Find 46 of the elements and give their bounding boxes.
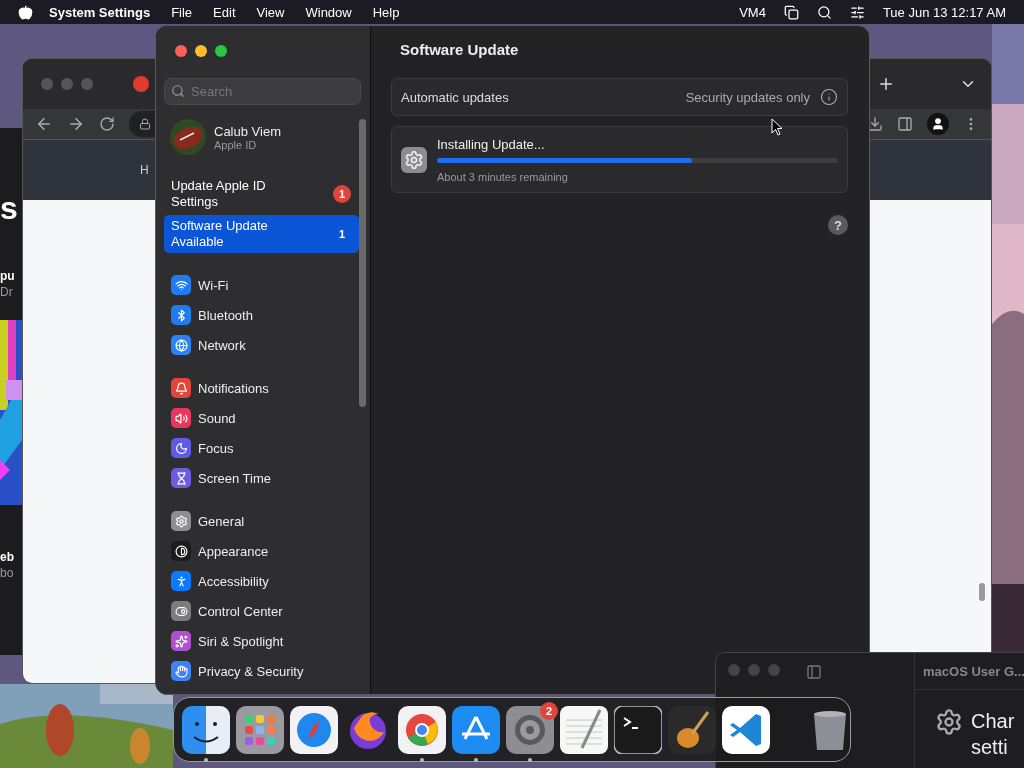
menu-clock[interactable]: Tue Jun 13 12:17 AM xyxy=(882,4,1006,20)
sidebar-item[interactable]: Sound xyxy=(164,403,351,433)
account-name[interactable]: Calub Viem xyxy=(214,123,281,139)
sidebar-item[interactable]: Network xyxy=(164,330,351,360)
sidebar-item[interactable]: General xyxy=(164,506,351,536)
help-button[interactable]: ? xyxy=(828,215,848,235)
update-title: Installing Update... xyxy=(437,136,546,152)
count-label: 1 xyxy=(337,227,347,242)
menu-item[interactable]: Window xyxy=(305,4,352,20)
notification-badge: 2 xyxy=(540,701,558,720)
menu-item[interactable]: File xyxy=(171,4,193,20)
row-label: Automatic updates xyxy=(401,89,510,105)
sidebar-item[interactable]: Appearance xyxy=(164,536,351,566)
sidebar-item[interactable]: Siri & Spotlight xyxy=(164,626,351,656)
app-menu[interactable]: System Settings xyxy=(49,4,151,20)
sidebar-item[interactable]: Accessibility xyxy=(164,566,351,596)
sidebar-item[interactable]: Notifications xyxy=(164,373,351,403)
sidebar-item[interactable]: Screen Time xyxy=(164,463,351,493)
sidebar-item[interactable]: Privacy & Security xyxy=(164,656,351,686)
item-subtitle: Dr xyxy=(0,284,14,300)
sidebar-alert[interactable]: Update Apple ID Settings 1 xyxy=(164,175,359,213)
sidebar-alert[interactable]: Software Update Available 1 xyxy=(164,215,359,253)
window-title: macOS User G... xyxy=(915,653,1024,690)
sidebar-item[interactable]: Wi-Fi xyxy=(164,270,351,300)
item-title: eb xyxy=(0,549,15,565)
status-text[interactable]: VM4 xyxy=(739,4,766,20)
menu-item[interactable]: Edit xyxy=(213,4,236,20)
page-heading: s xyxy=(0,190,19,226)
sidebar-item[interactable]: Focus xyxy=(164,433,351,463)
sidebar-item[interactable]: Bluetooth xyxy=(164,300,351,330)
update-status: About 3 minutes remaining xyxy=(437,170,569,183)
search-field[interactable]: Search xyxy=(164,78,361,105)
page-title: Software Update xyxy=(400,41,520,60)
item-title: pu xyxy=(0,268,16,284)
topic-title[interactable]: Char xyxy=(971,708,1015,734)
row-value: Security updates only xyxy=(685,89,810,105)
topic-title[interactable]: setti xyxy=(971,734,1015,760)
alert-label: Update Apple ID Settings xyxy=(171,178,267,210)
account-subtitle: Apple ID xyxy=(214,138,258,151)
count-badge: 1 xyxy=(333,185,351,203)
menu-item[interactable]: View xyxy=(256,4,285,20)
menu-item[interactable]: Help xyxy=(372,4,400,20)
nav-link[interactable]: H xyxy=(140,163,149,177)
alert-label: Software Update Available xyxy=(171,218,269,250)
sidebar-item[interactable]: Control Center xyxy=(164,596,351,626)
item-subtitle: bo xyxy=(0,565,15,581)
